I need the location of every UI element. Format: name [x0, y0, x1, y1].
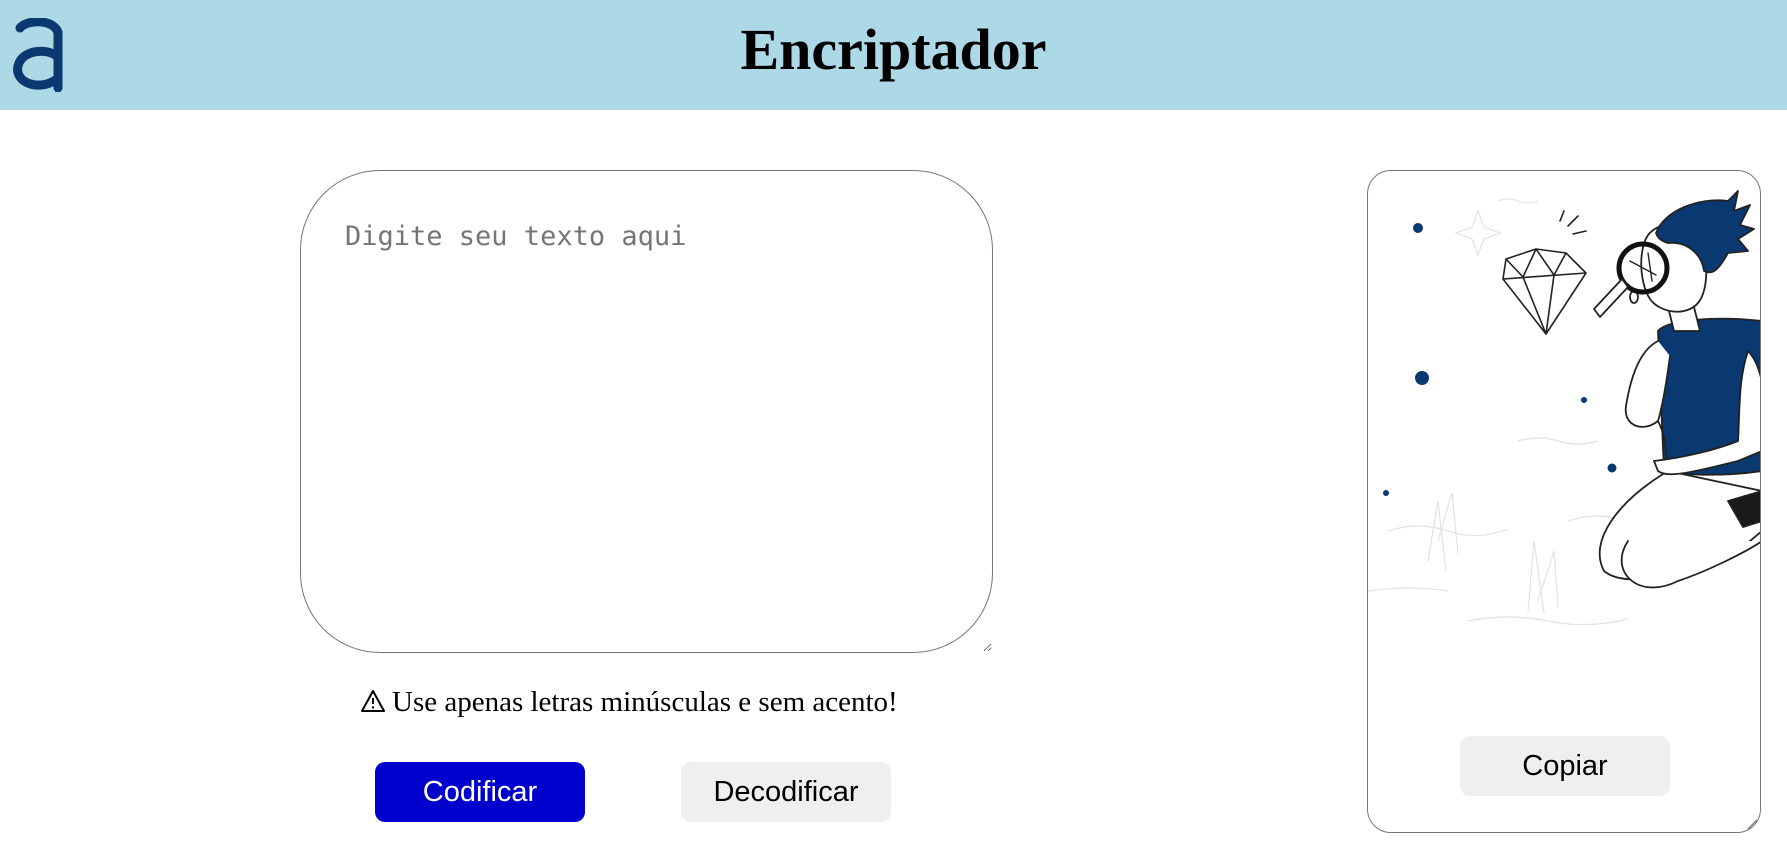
text-input[interactable] [300, 170, 993, 653]
resize-handle-icon[interactable] [1746, 818, 1758, 830]
illustration-image [1368, 190, 1760, 626]
encode-button[interactable]: Codificar [375, 762, 585, 822]
page-title: Encriptador [740, 17, 1047, 82]
warning-message: Use apenas letras minúsculas e sem acent… [360, 682, 898, 722]
warning-text: Use apenas letras minúsculas e sem acent… [392, 686, 898, 718]
warning-icon [361, 690, 385, 712]
decode-button[interactable]: Decodificar [681, 762, 891, 822]
copy-button[interactable]: Copiar [1460, 736, 1670, 796]
header-bar: Encriptador [0, 0, 1787, 110]
output-panel[interactable]: Copiar [1367, 170, 1761, 833]
